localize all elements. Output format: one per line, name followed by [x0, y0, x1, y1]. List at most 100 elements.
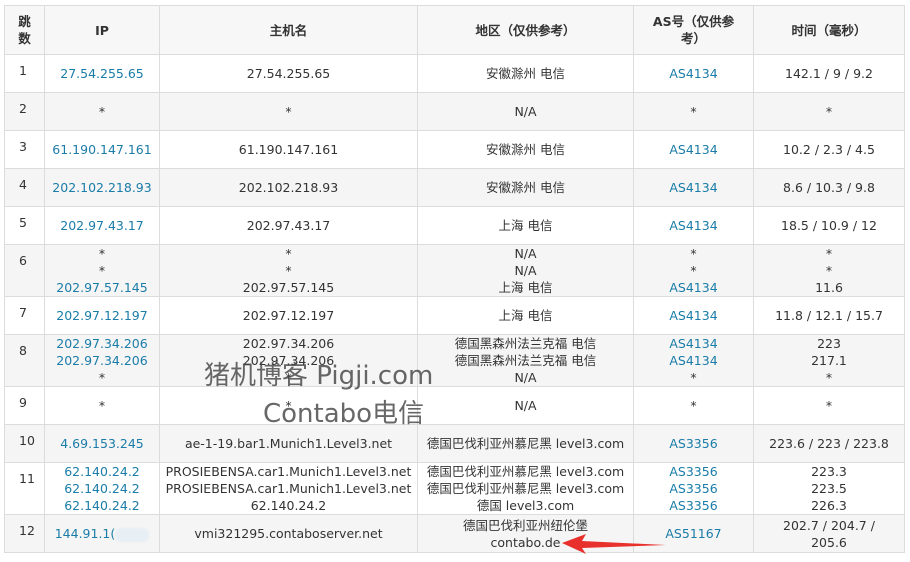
time-cell: 8.6 / 10.3 / 9.8: [753, 168, 905, 207]
as-link[interactable]: AS4134: [638, 65, 749, 82]
hop-cell: 4: [4, 168, 45, 207]
ip-cell: 27.54.255.65: [44, 54, 160, 93]
time-text: 8.6 / 10.3 / 9.8: [783, 180, 875, 195]
as-link[interactable]: AS3356: [638, 463, 749, 480]
table-row: 11 62.140.24.2 62.140.24.2 62.140.24.2 PROSI…: [4, 462, 905, 515]
ip-link[interactable]: 202.97.34.206: [49, 352, 155, 369]
ip-cell: *: [44, 386, 160, 425]
time-cell: 18.5 / 10.9 / 12: [753, 206, 905, 245]
time-text: 223.5: [811, 481, 847, 496]
host-text: 61.190.147.161: [238, 142, 339, 157]
as-link[interactable]: AS3356: [638, 480, 749, 497]
region-cell: N/A: [417, 386, 634, 425]
time-text: 10.2 / 2.3 / 4.5: [783, 142, 875, 157]
host-text: 27.54.255.65: [246, 66, 331, 81]
host-text: ae-1-19.bar1.Munich1.Level3.net: [184, 436, 393, 451]
as-link[interactable]: AS4134: [638, 179, 749, 196]
as-link[interactable]: AS3356: [638, 435, 749, 452]
host-text: vmi321295.contaboserver.net: [194, 526, 383, 541]
region-text: 德国巴伐利亚州慕尼黑 level3.com: [426, 481, 625, 496]
ip-cell: 144.91.1(: [44, 514, 160, 553]
host-cell: 27.54.255.65: [159, 54, 418, 93]
redacted-ip-blur: [115, 527, 150, 542]
host-text: 202.97.34.206: [242, 353, 335, 368]
ip-cell: * * 202.97.57.145: [44, 244, 160, 297]
ip-cell: 202.97.12.197: [44, 296, 160, 335]
time-text: 205.6: [811, 534, 847, 550]
host-text: *: [285, 398, 292, 413]
region-text: 德国 level3.com: [476, 498, 575, 513]
region-text: N/A: [514, 104, 537, 119]
host-text: 202.97.34.206: [242, 336, 335, 351]
host-text: 202.97.43.17: [246, 218, 331, 233]
time-text: 202.7 / 204.7 /: [783, 517, 875, 533]
header-time: 时间（毫秒）: [753, 5, 905, 55]
hop-cell: 10: [4, 424, 45, 463]
host-cell: 202.102.218.93: [159, 168, 418, 207]
ip-link[interactable]: 202.97.57.145: [49, 279, 155, 296]
as-cell: AS4134: [633, 130, 754, 169]
as-link[interactable]: AS4134: [638, 352, 749, 369]
table-row: 4 202.102.218.93 202.102.218.93 安徽滁州 电信 AS41…: [4, 168, 905, 207]
as-link[interactable]: AS4134: [638, 279, 749, 296]
table-header: 跳数 IP 主机名 地区（仅供参考） AS号（仅供参考） 时间（毫秒）: [4, 5, 905, 55]
hop-cell: 8: [4, 334, 45, 387]
host-cell: vmi321295.contaboserver.net: [159, 514, 418, 553]
ip-link[interactable]: 62.140.24.2: [49, 480, 155, 497]
time-cell: *: [753, 386, 905, 425]
ip-link[interactable]: 202.102.218.93: [49, 179, 155, 196]
host-text: 62.140.24.2: [250, 498, 327, 513]
as-link[interactable]: AS4134: [638, 141, 749, 158]
region-cell: 上海 电信: [417, 296, 634, 335]
region-text: 安徽滁州 电信: [486, 180, 565, 195]
time-cell: 223.6 / 223 / 223.8: [753, 424, 905, 463]
host-text: *: [285, 370, 292, 385]
as-text: *: [690, 246, 697, 261]
host-text: PROSIEBENSA.car1.Munich1.Level3.net: [165, 481, 412, 496]
ip-link[interactable]: 62.140.24.2: [49, 463, 155, 480]
ip-link[interactable]: 27.54.255.65: [49, 65, 155, 82]
as-cell: AS4134: [633, 296, 754, 335]
hop-cell: 3: [4, 130, 45, 169]
region-text: 上海 电信: [498, 308, 553, 323]
header-ip: IP: [44, 5, 160, 55]
ip-link[interactable]: 202.97.34.206: [49, 335, 155, 352]
hop-cell: 7: [4, 296, 45, 335]
as-link[interactable]: AS4134: [638, 217, 749, 234]
ip-link[interactable]: 202.97.43.17: [49, 217, 155, 234]
ip-link[interactable]: 61.190.147.161: [49, 141, 155, 158]
header-as: AS号（仅供参考）: [633, 5, 754, 55]
as-text: *: [690, 104, 697, 119]
as-link[interactable]: AS3356: [638, 497, 749, 514]
table-row: 12 144.91.1(vmi321295.contaboserver.net 德国…: [4, 514, 905, 553]
host-cell: ae-1-19.bar1.Munich1.Level3.net: [159, 424, 418, 463]
as-link[interactable]: AS4134: [638, 307, 749, 324]
time-text: 18.5 / 10.9 / 12: [781, 218, 877, 233]
ip-link[interactable]: 144.91.1(: [55, 526, 116, 541]
red-arrow-icon: [562, 534, 666, 554]
as-cell: * * AS4134: [633, 244, 754, 297]
host-text: 202.97.57.145: [242, 280, 335, 295]
host-text: 202.102.218.93: [238, 180, 339, 195]
time-cell: * * 11.6: [753, 244, 905, 297]
as-cell: *: [633, 92, 754, 131]
table-row: 9 * * N/A * *: [4, 386, 905, 425]
ip-link[interactable]: 62.140.24.2: [49, 497, 155, 514]
hop-cell: 9: [4, 386, 45, 425]
as-link[interactable]: AS4134: [638, 335, 749, 352]
region-text: 德国巴伐利亚州纽伦堡: [462, 517, 588, 533]
ip-text: *: [98, 263, 106, 278]
host-text: 202.97.12.197: [242, 308, 335, 323]
time-text: 226.3: [811, 498, 847, 513]
host-cell: 202.97.12.197: [159, 296, 418, 335]
as-cell: AS4134: [633, 168, 754, 207]
time-text: 11.8 / 12.1 / 15.7: [775, 308, 883, 323]
region-text: 德国黑森州法兰克福 电信: [454, 336, 597, 351]
header-host: 主机名: [159, 5, 418, 55]
as-cell: AS3356: [633, 424, 754, 463]
ip-link[interactable]: 4.69.153.245: [49, 435, 155, 452]
ip-text: *: [98, 398, 106, 413]
ip-text: *: [98, 370, 106, 385]
region-cell: 德国黑森州法兰克福 电信 德国黑森州法兰克福 电信 N/A: [417, 334, 634, 387]
ip-link[interactable]: 202.97.12.197: [49, 307, 155, 324]
